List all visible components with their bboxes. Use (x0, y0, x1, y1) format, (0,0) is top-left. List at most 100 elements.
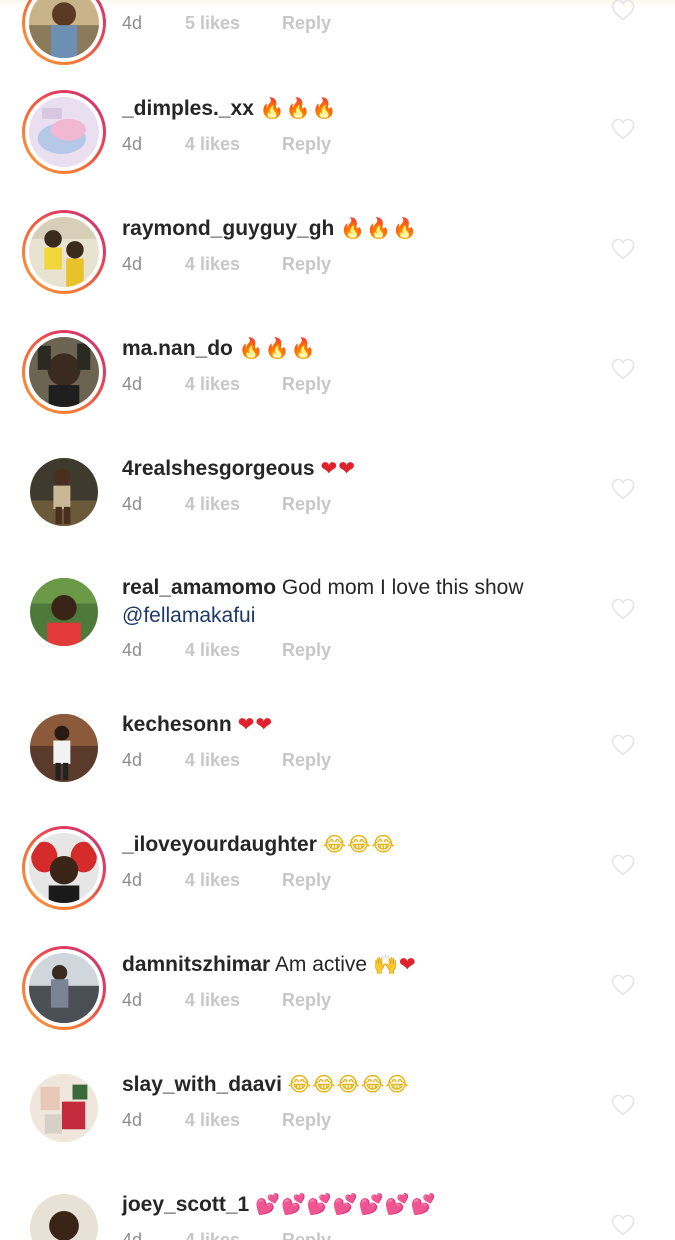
likes-count[interactable]: 5 likes (185, 11, 277, 35)
comment-username[interactable]: _dimples._xx (122, 97, 254, 120)
likes-count[interactable]: 4 likes (185, 372, 277, 396)
comment-item: slay_with_daavi 😂😂😂😂😂 4d 4 likes Reply (0, 1048, 675, 1168)
comment-item: damnitszhimar Am active 🙌❤ 4d 4 likes Re… (0, 928, 675, 1048)
avatar-wrapper[interactable] (22, 706, 106, 790)
like-button[interactable] (611, 478, 635, 500)
avatar-wrapper[interactable] (22, 1186, 106, 1240)
avatar-wrapper[interactable] (22, 450, 106, 534)
comment-username[interactable]: _iloveyourdaughter (122, 833, 317, 856)
avatar-story-ring[interactable] (22, 0, 106, 65)
comment-username[interactable]: damnitszhimar (122, 953, 270, 976)
comment-time: 4d (122, 134, 143, 154)
avatar-wrapper[interactable] (22, 570, 106, 654)
comment-username[interactable]: slay_with_daavi (122, 1073, 282, 1096)
comment-item: 4realshesgorgeous ❤❤ 4d 4 likes Reply (0, 432, 675, 552)
like-button[interactable] (611, 118, 635, 140)
comment-time: 4d (122, 13, 143, 33)
comment-time: 4d (122, 750, 143, 770)
comment-item: _dimples._xx 🔥🔥🔥 4d 4 likes Reply (0, 72, 675, 192)
comment-username[interactable]: kechesonn (122, 713, 232, 736)
avatar-story-ring[interactable] (22, 946, 106, 1030)
comment-emoji: 🔥🔥🔥 (340, 216, 418, 240)
heart-outline-icon (611, 1214, 635, 1236)
comment-username[interactable]: joey_scott_1 (122, 1193, 249, 1216)
comment-time: 4d (122, 374, 143, 394)
likes-count[interactable]: 4 likes (185, 252, 277, 276)
like-button[interactable] (611, 238, 635, 260)
comment-item: 4d 5 likes Reply (0, 0, 675, 83)
likes-count[interactable]: 4 likes (185, 868, 277, 892)
avatar (30, 458, 98, 526)
comment-time: 4d (122, 870, 143, 890)
likes-count[interactable]: 4 likes (185, 492, 277, 516)
comment-emoji: 🙌❤ (372, 952, 417, 976)
likes-count[interactable]: 4 likes (185, 988, 277, 1012)
avatar (29, 0, 99, 58)
like-button[interactable] (611, 854, 635, 876)
comment-text: ma.nan_do 🔥🔥🔥 (122, 334, 595, 363)
heart-outline-icon (611, 238, 635, 260)
avatar-wrapper[interactable] (22, 1066, 106, 1150)
comment-item: joey_scott_1 💕💕💕💕💕💕💕 4d 4 likes Reply (0, 1168, 675, 1240)
comment-emoji: ❤❤ (320, 456, 356, 480)
reply-button[interactable]: Reply (282, 1108, 331, 1132)
likes-count[interactable]: 4 likes (185, 748, 277, 772)
avatar (30, 714, 98, 782)
like-button[interactable] (611, 0, 635, 21)
reply-button[interactable]: Reply (282, 252, 331, 276)
heart-outline-icon (611, 1094, 635, 1116)
avatar (30, 1074, 98, 1142)
comment-meta: 4d 4 likes Reply (122, 638, 331, 662)
like-button[interactable] (611, 358, 635, 380)
comment-username[interactable]: raymond_guyguy_gh (122, 217, 334, 240)
reply-button[interactable]: Reply (282, 11, 331, 35)
comment-text: joey_scott_1 💕💕💕💕💕💕💕 (122, 1190, 595, 1219)
comment-username[interactable]: ma.nan_do (122, 337, 233, 360)
comment-item: real_amamomo God mom I love this show @f… (0, 552, 675, 688)
comment-emoji: 😂😂😂 (322, 832, 396, 856)
comment-meta: 4d 4 likes Reply (122, 748, 331, 772)
avatar-story-ring[interactable] (22, 330, 106, 414)
likes-count[interactable]: 4 likes (185, 1228, 277, 1240)
avatar-story-ring[interactable] (22, 90, 106, 174)
comment-item: kechesonn ❤❤ 4d 4 likes Reply (0, 688, 675, 808)
comment-meta: 4d 4 likes Reply (122, 252, 331, 276)
mention-link[interactable]: @fellamakafui (122, 604, 255, 627)
comment-username[interactable]: real_amamomo (122, 576, 276, 599)
comment-meta: 4d 4 likes Reply (122, 868, 331, 892)
comment-text: slay_with_daavi 😂😂😂😂😂 (122, 1070, 595, 1099)
comment-time: 4d (122, 494, 143, 514)
comment-emoji: ❤❤ (237, 712, 274, 736)
likes-count[interactable]: 4 likes (185, 638, 277, 662)
like-button[interactable] (611, 1094, 635, 1116)
like-button[interactable] (611, 1214, 635, 1236)
heart-outline-icon (611, 854, 635, 876)
reply-button[interactable]: Reply (282, 1228, 331, 1240)
likes-count[interactable]: 4 likes (185, 132, 277, 156)
likes-count[interactable]: 4 likes (185, 1108, 277, 1132)
comment-text: _iloveyourdaughter 😂😂😂 (122, 830, 595, 859)
comment-item: _iloveyourdaughter 😂😂😂 4d 4 likes Reply (0, 808, 675, 928)
avatar-story-ring[interactable] (22, 826, 106, 910)
avatar (29, 833, 99, 903)
reply-button[interactable]: Reply (282, 372, 331, 396)
heart-outline-icon (611, 598, 635, 620)
avatar (29, 97, 99, 167)
comment-emoji: 🔥🔥🔥 (259, 96, 338, 120)
like-button[interactable] (611, 734, 635, 756)
heart-outline-icon (611, 974, 635, 996)
heart-outline-icon (611, 0, 635, 21)
heart-outline-icon (611, 734, 635, 756)
reply-button[interactable]: Reply (282, 988, 331, 1012)
comment-meta: 4d 4 likes Reply (122, 372, 331, 396)
avatar-story-ring[interactable] (22, 210, 106, 294)
reply-button[interactable]: Reply (282, 748, 331, 772)
reply-button[interactable]: Reply (282, 638, 331, 662)
comment-username[interactable]: 4realshesgorgeous (122, 457, 315, 480)
like-button[interactable] (611, 974, 635, 996)
like-button[interactable] (611, 598, 635, 620)
comment-time: 4d (122, 990, 143, 1010)
reply-button[interactable]: Reply (282, 132, 331, 156)
reply-button[interactable]: Reply (282, 492, 331, 516)
reply-button[interactable]: Reply (282, 868, 331, 892)
